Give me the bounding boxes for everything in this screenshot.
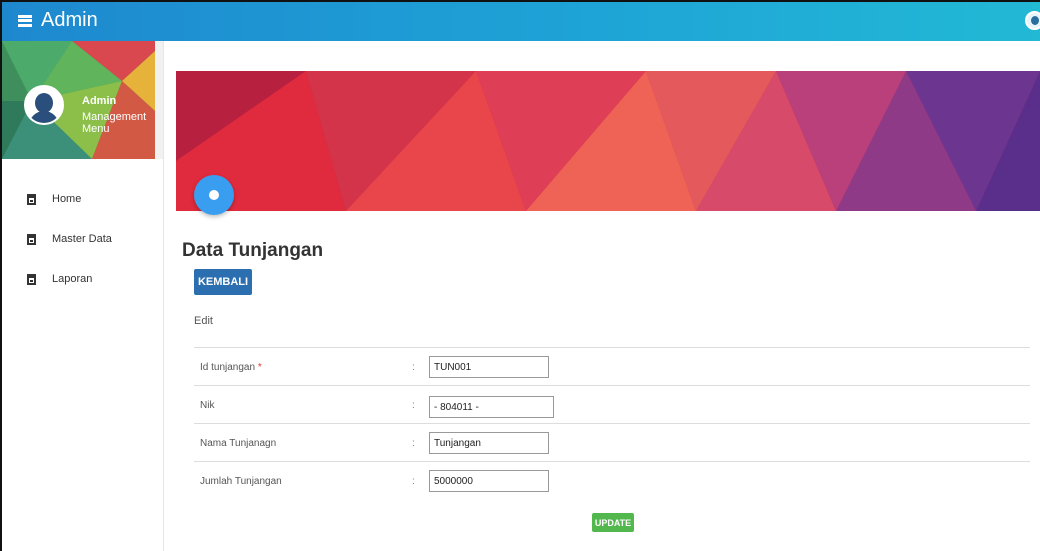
- sidebar-menu: Home Master Data Laporan: [2, 179, 163, 299]
- colon: :: [412, 438, 415, 449]
- field-label: Nama Tunjanagn: [200, 438, 277, 449]
- hamburger-icon[interactable]: [18, 14, 32, 27]
- sidebar: Admin Management Menu Home Master Data L…: [0, 41, 164, 551]
- clipboard-icon: [27, 233, 36, 245]
- fab-button[interactable]: [194, 175, 234, 215]
- field-label: Id tunjangan *: [200, 362, 262, 373]
- user-avatar-icon[interactable]: [1025, 11, 1040, 30]
- banner-background: [176, 71, 1040, 211]
- header-banner: [176, 71, 1040, 211]
- colon: :: [412, 400, 415, 411]
- app-title: Admin: [41, 9, 98, 31]
- sidebar-item-home[interactable]: Home: [2, 179, 163, 219]
- page-title: Data Tunjangan: [182, 240, 324, 261]
- form-row-jumlah-tunjangan: Jumlah Tunjangan :: [194, 461, 1030, 499]
- sidebar-item-label: Home: [52, 193, 82, 205]
- nik-input[interactable]: [429, 396, 554, 418]
- colon: :: [412, 362, 415, 373]
- profile-card: Admin Management Menu: [2, 41, 163, 159]
- dot-icon: [209, 190, 219, 200]
- clipboard-icon: [27, 273, 36, 285]
- form-row-id-tunjangan: Id tunjangan * :: [194, 347, 1030, 385]
- nama-tunjangan-input[interactable]: [429, 432, 549, 454]
- brand[interactable]: Admin: [18, 9, 98, 32]
- colon: :: [412, 476, 415, 487]
- profile-avatar-icon: [24, 85, 64, 125]
- main-content: Data Tunjangan KEMBALI Edit Id tunjangan…: [176, 211, 1040, 551]
- section-label: Edit: [194, 315, 213, 327]
- update-button[interactable]: UPDATE: [592, 513, 634, 532]
- top-header: Admin: [0, 0, 1040, 41]
- form-row-nama-tunjangan: Nama Tunjanagn :: [194, 423, 1030, 461]
- sidebar-item-label: Master Data: [52, 233, 112, 245]
- form-row-nik: Nik :: [194, 385, 1030, 423]
- sidebar-item-laporan[interactable]: Laporan: [2, 259, 163, 299]
- clipboard-icon: [27, 193, 36, 205]
- sidebar-item-label: Laporan: [52, 273, 93, 285]
- required-mark: *: [257, 362, 262, 373]
- edit-form: Id tunjangan * : Nik : Nama Tunjanagn : …: [194, 347, 1030, 499]
- jumlah-tunjangan-input[interactable]: [429, 470, 549, 492]
- field-label: Jumlah Tunjangan: [200, 476, 282, 487]
- field-label: Nik: [200, 400, 215, 411]
- sidebar-item-master-data[interactable]: Master Data: [2, 219, 163, 259]
- profile-name: Admin: [82, 95, 117, 107]
- profile-subtitle: Management Menu: [82, 111, 147, 135]
- back-button[interactable]: KEMBALI: [194, 269, 252, 295]
- id-tunjangan-input[interactable]: [429, 356, 549, 378]
